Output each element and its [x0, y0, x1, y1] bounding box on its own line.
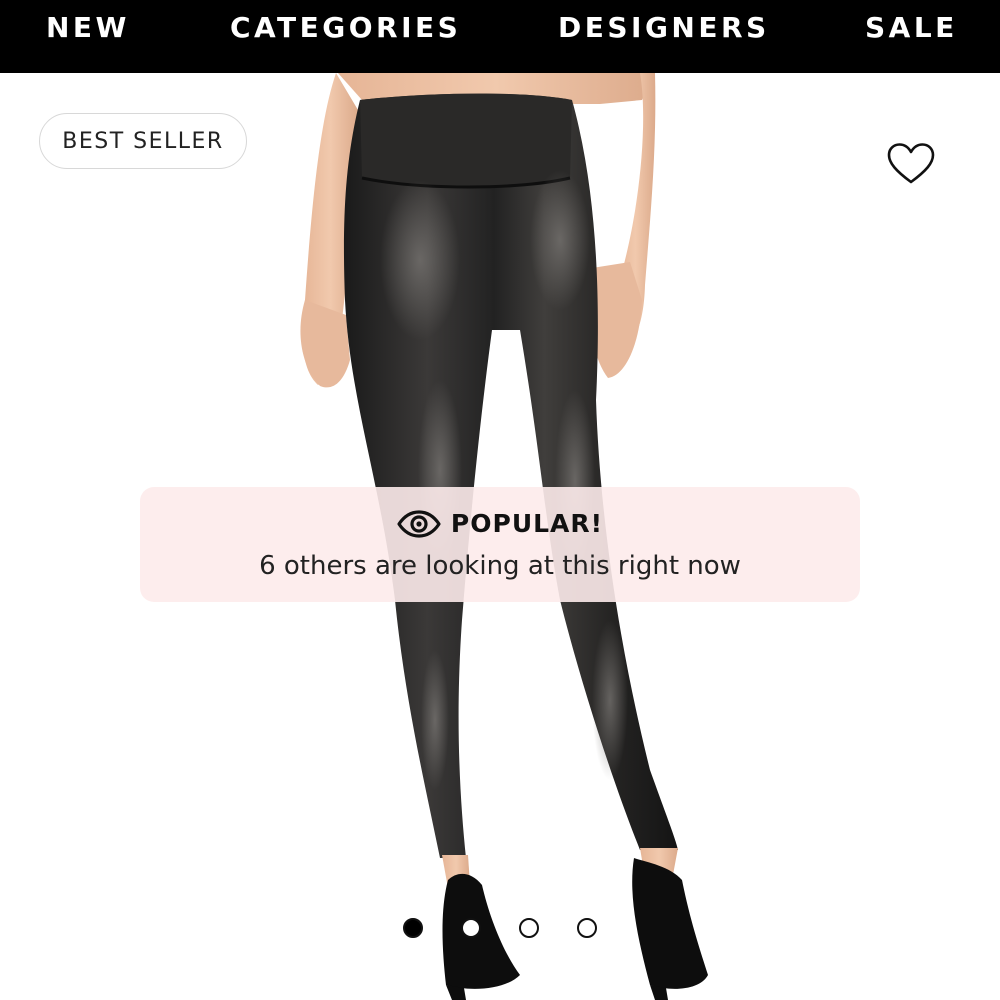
nav-item-categories[interactable]: CATEGORIES	[230, 0, 461, 56]
carousel-dot-2[interactable]	[461, 918, 481, 938]
popular-banner: POPULAR! 6 others are looking at this ri…	[140, 487, 860, 602]
carousel-dot-1[interactable]	[403, 918, 423, 938]
nav-item-sale[interactable]: SALE	[865, 0, 958, 56]
nav-item-designers[interactable]: DESIGNERS	[558, 0, 770, 56]
carousel-dot-3[interactable]	[519, 918, 539, 938]
best-seller-badge: BEST SELLER	[39, 113, 247, 169]
carousel-dot-4[interactable]	[577, 918, 597, 938]
popular-title-row: POPULAR!	[140, 509, 860, 538]
popular-subtitle: 6 others are looking at this right now	[259, 551, 741, 581]
popular-title: POPULAR!	[450, 509, 604, 538]
eye-icon	[397, 509, 441, 538]
carousel-dots	[0, 916, 1000, 940]
nav-item-new[interactable]: NEW	[46, 0, 130, 56]
product-page: NEW CATEGORIES DESIGNERS SALE BEST SELLE…	[0, 0, 1000, 1000]
heart-outline-icon[interactable]	[886, 142, 936, 186]
waistband	[360, 93, 572, 187]
top-nav: NEW CATEGORIES DESIGNERS SALE	[0, 0, 1000, 73]
